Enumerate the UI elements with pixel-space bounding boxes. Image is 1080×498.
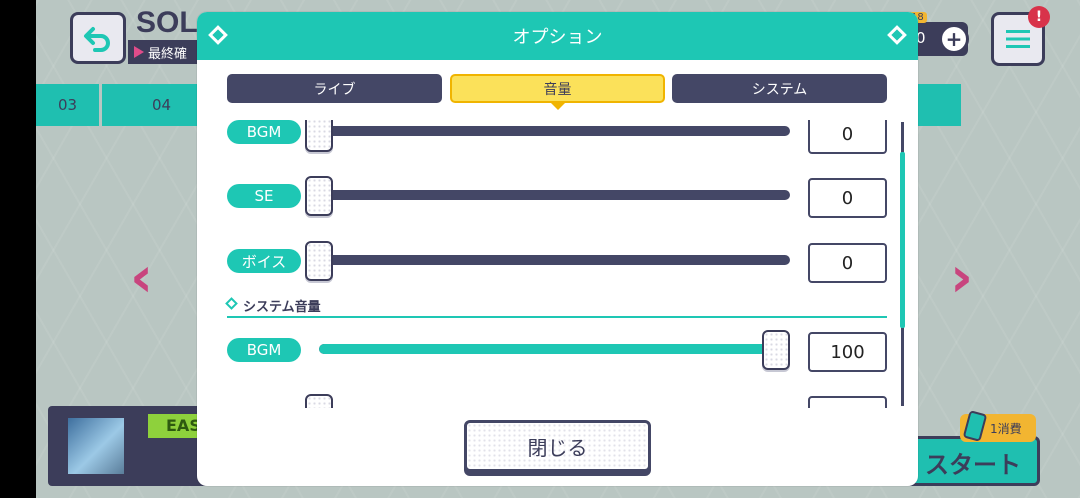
volume-slider-handle-se[interactable]: [305, 176, 333, 216]
back-button[interactable]: [70, 12, 126, 64]
volume-settings-list[interactable]: BGM 0 SE 0 ボイス 0 システム音量 BGM 100: [197, 120, 918, 408]
volume-value-se[interactable]: 0: [808, 178, 887, 218]
close-button[interactable]: 閉じる: [464, 420, 651, 472]
option-tabs: ライブ 音量 システム: [227, 74, 887, 110]
back-arrow-icon: [84, 27, 110, 52]
system-volume-slider-handle-next[interactable]: [305, 394, 333, 408]
volume-track-bgm[interactable]: [319, 126, 790, 136]
consume-label: 消費: [997, 422, 1022, 436]
volume-value-voice[interactable]: 0: [808, 243, 887, 283]
volume-row-bgm: BGM 0: [227, 120, 887, 154]
add-currency-button[interactable]: +: [939, 24, 969, 54]
volume-slider-handle-bgm[interactable]: [305, 120, 333, 152]
volume-row-voice: ボイス 0: [227, 241, 887, 283]
system-volume-value-next[interactable]: [808, 396, 887, 408]
prev-arrow-icon[interactable]: ‹: [130, 250, 153, 306]
tab-volume[interactable]: 音量: [450, 74, 665, 110]
song-jacket: [68, 418, 124, 474]
volume-value-bgm[interactable]: 0: [808, 120, 887, 154]
diamond-icon: [887, 25, 907, 45]
system-volume-label-bgm: BGM: [227, 338, 301, 362]
system-volume-track-bgm[interactable]: [319, 344, 790, 354]
scrollbar-thumb[interactable]: [900, 152, 905, 328]
consume-count: 1: [990, 422, 998, 436]
plus-icon: +: [945, 27, 963, 51]
volume-label-se: SE: [227, 184, 301, 208]
diamond-icon: [225, 297, 238, 310]
volume-row-se: SE 0: [227, 176, 887, 218]
volume-label-bgm: BGM: [227, 120, 301, 144]
bg-tab-03[interactable]: 03: [36, 84, 102, 126]
dialog-title: オプション: [512, 27, 603, 48]
tab-system[interactable]: システム: [672, 74, 887, 103]
diamond-icon: [208, 25, 228, 45]
hamburger-icon: [1006, 30, 1030, 48]
volume-slider-handle-voice[interactable]: [305, 241, 333, 281]
start-button[interactable]: スタート: [902, 436, 1040, 486]
options-dialog: オプション ライブ 音量 システム BGM 0 SE 0 ボイス 0 システム音…: [197, 12, 918, 486]
alert-badge-icon: !: [1028, 6, 1050, 28]
dialog-header: オプション: [197, 12, 918, 60]
system-volume-row-next: [227, 394, 887, 408]
system-volume-row-bgm: BGM 100: [227, 330, 887, 372]
tab-live[interactable]: ライブ: [227, 74, 442, 103]
volume-label-voice: ボイス: [227, 249, 301, 273]
section-title: システム音量: [243, 300, 321, 315]
section-heading-system-volume: システム音量: [225, 296, 887, 318]
system-volume-slider-handle-bgm[interactable]: [762, 330, 790, 370]
system-volume-value-bgm[interactable]: 100: [808, 332, 887, 372]
volume-track-se[interactable]: [319, 190, 790, 200]
song-title: SOL: [136, 6, 198, 39]
volume-track-voice[interactable]: [319, 255, 790, 265]
next-arrow-icon[interactable]: ›: [950, 250, 973, 306]
system-volume-fill-bgm: [319, 344, 790, 354]
